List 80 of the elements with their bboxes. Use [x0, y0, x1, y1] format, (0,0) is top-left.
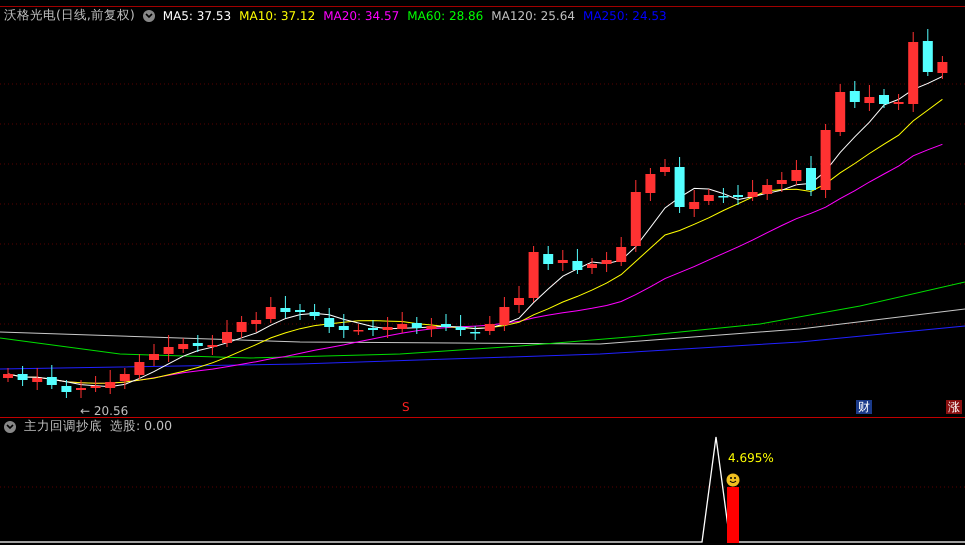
candlestick	[850, 80, 860, 108]
candlestick	[937, 56, 948, 80]
candlestick	[776, 172, 787, 192]
candlestick	[922, 28, 933, 76]
candlestick	[514, 286, 524, 314]
candlestick	[791, 160, 802, 186]
candlestick	[762, 178, 772, 200]
candlestick	[894, 94, 904, 110]
candlestick	[674, 156, 685, 214]
candlestick	[46, 364, 57, 390]
moving-average-value: MA5: 37.53	[162, 8, 232, 22]
candlestick	[324, 308, 334, 334]
candlestick	[61, 380, 72, 398]
candlestick	[310, 304, 320, 320]
candlestick	[90, 376, 101, 392]
candlestick	[645, 168, 656, 202]
candlestick	[835, 84, 846, 136]
candlestick	[164, 334, 174, 362]
candlestick	[733, 184, 743, 206]
candlestick	[484, 316, 495, 336]
candlestick	[105, 370, 116, 394]
candlestick	[441, 314, 451, 332]
candlestick	[660, 158, 670, 176]
candlestick	[397, 312, 408, 334]
candlestick	[368, 320, 378, 336]
candlestick	[134, 354, 144, 380]
candlestick	[192, 334, 203, 352]
candlestick	[470, 326, 480, 340]
candlestick	[426, 318, 436, 338]
stock-title: 沃格光电(日线,前复权)	[4, 7, 135, 24]
signal-marker[interactable]: 财	[856, 400, 872, 414]
candlestick	[338, 314, 349, 338]
signal-marker[interactable]: S	[400, 400, 412, 414]
candlestick	[806, 156, 816, 196]
candlestick	[718, 188, 728, 204]
candlestick	[456, 314, 466, 336]
candlestick	[149, 344, 159, 366]
candlestick	[748, 180, 758, 202]
candlestick	[266, 296, 276, 324]
indicator-reading: 选股: 0.00	[110, 418, 172, 435]
candlestick	[382, 316, 393, 338]
candlestick	[222, 320, 232, 348]
candlestick	[3, 368, 13, 382]
candlestick	[32, 368, 42, 390]
candlestick	[704, 188, 714, 206]
candlestick	[572, 248, 582, 274]
signal-bar	[727, 487, 739, 543]
chevron-down-icon[interactable]	[142, 10, 155, 22]
signal-marker[interactable]: 涨	[946, 400, 962, 414]
candlestick	[879, 88, 889, 108]
candlestick	[236, 316, 247, 338]
candlestick	[207, 334, 218, 356]
moving-average-value: MA120: 25.64	[491, 8, 575, 22]
signal-value-label: 4.695%	[728, 451, 774, 465]
moving-average-value: MA250: 24.53	[582, 8, 667, 22]
candlestick	[353, 324, 364, 336]
candlestick	[18, 366, 28, 386]
moving-average-value: MA20: 34.57	[323, 8, 400, 22]
indicator-title: 主力回调抄底	[24, 418, 102, 435]
chevron-down-icon[interactable]	[4, 420, 16, 432]
candlestick	[689, 190, 700, 218]
moving-average-value: MA60: 28.86	[407, 8, 484, 22]
smiley-icon	[726, 474, 740, 486]
candlestick	[543, 246, 554, 270]
candlestick	[251, 312, 262, 332]
candlestick	[120, 368, 130, 390]
candlestick	[295, 304, 305, 320]
candlestick	[602, 252, 612, 272]
candlestick	[178, 338, 188, 354]
candlestick	[587, 258, 597, 274]
candlestick	[528, 246, 539, 302]
candlestick	[412, 316, 422, 334]
candlestick	[499, 296, 510, 332]
candlestick	[864, 84, 874, 112]
candlestick	[76, 380, 86, 398]
candlestick	[280, 296, 290, 318]
moving-average-value: MA10: 37.12	[239, 8, 316, 22]
candlestick	[558, 250, 568, 272]
low-price-label: ← 20.56	[80, 404, 128, 418]
candlestick	[616, 236, 626, 266]
